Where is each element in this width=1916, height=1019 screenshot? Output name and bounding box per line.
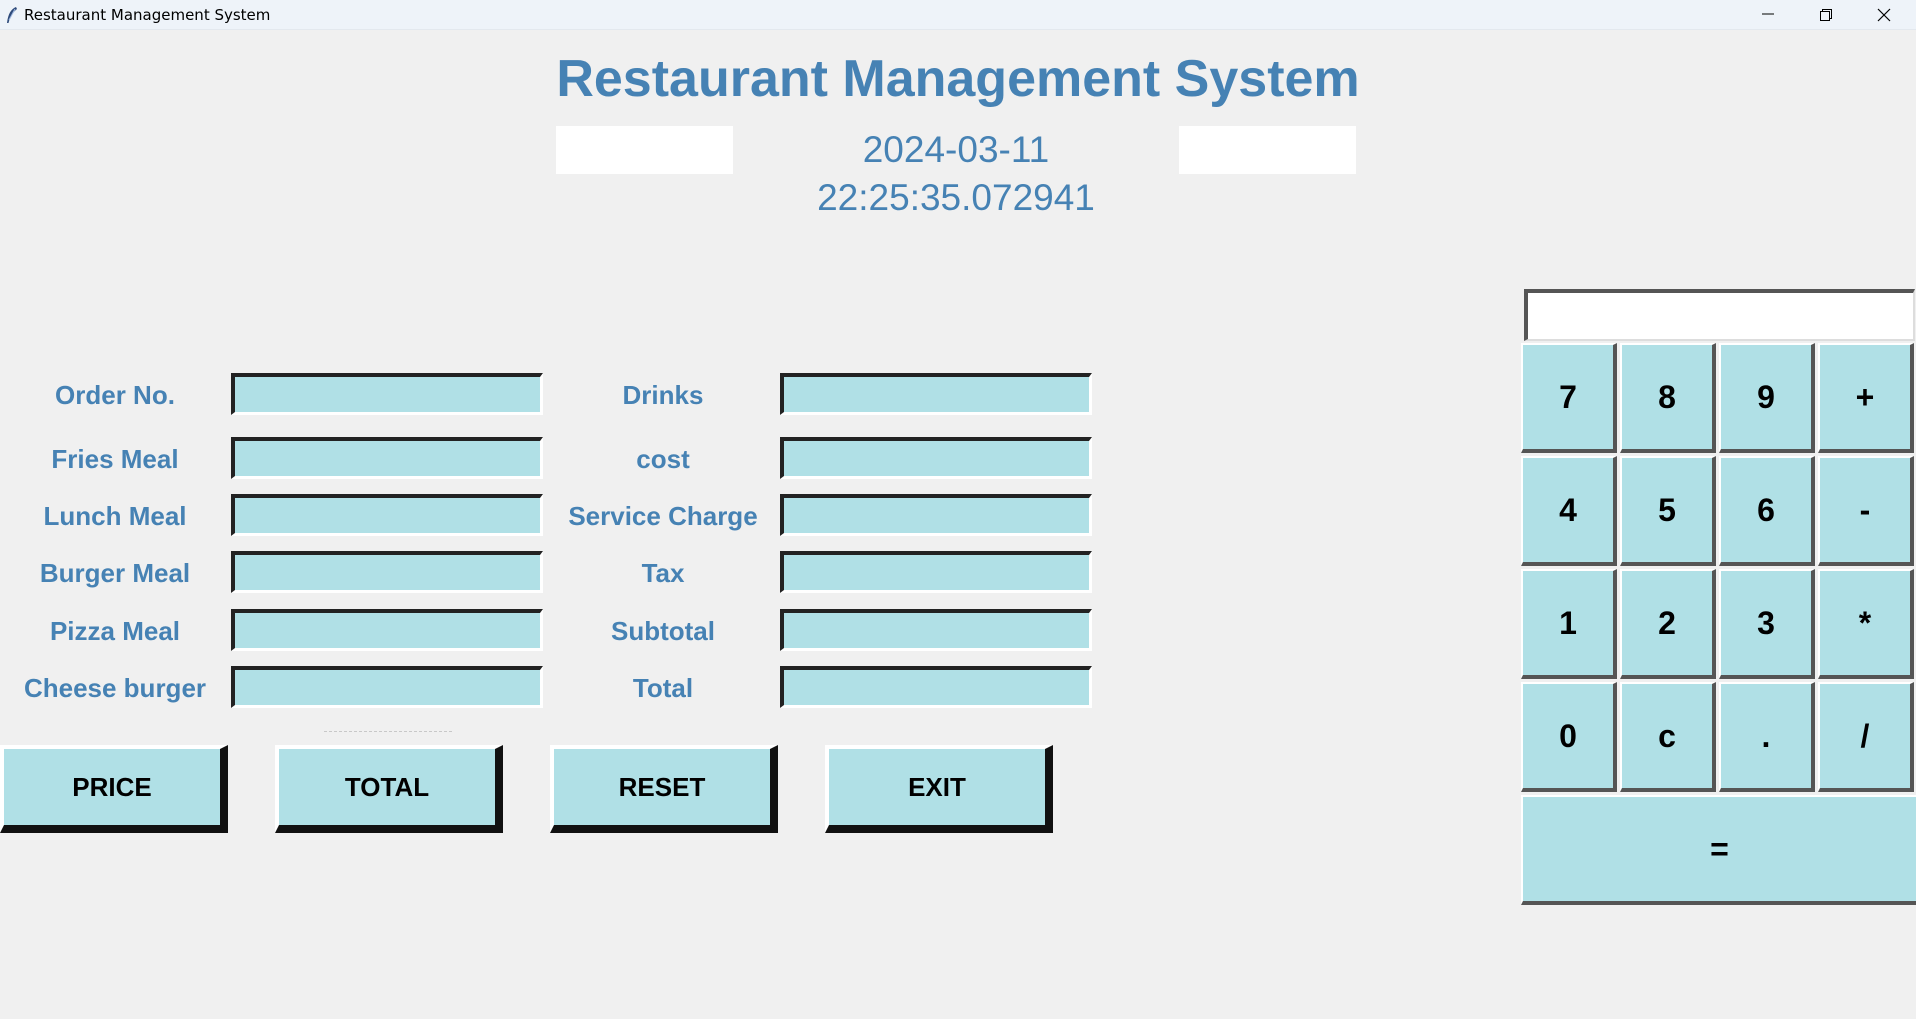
calc-key-7[interactable]: 7 bbox=[1521, 343, 1617, 453]
calc-key-3[interactable]: 3 bbox=[1719, 569, 1815, 679]
calc-key-clear[interactable]: c bbox=[1620, 682, 1716, 792]
calculator-display[interactable] bbox=[1524, 289, 1915, 341]
calc-key-4[interactable]: 4 bbox=[1521, 456, 1617, 566]
label-burger-meal: Burger Meal bbox=[39, 558, 191, 588]
burger-meal-field[interactable] bbox=[231, 551, 543, 593]
pizza-meal-field[interactable] bbox=[231, 609, 543, 651]
lunch-meal-field[interactable] bbox=[231, 494, 543, 536]
calc-key-9[interactable]: 9 bbox=[1719, 343, 1815, 453]
label-fries-meal: Fries Meal bbox=[51, 444, 179, 474]
label-tax: Tax bbox=[641, 558, 685, 588]
window-title: Restaurant Management System bbox=[24, 6, 271, 24]
close-icon bbox=[1877, 8, 1891, 22]
label-pizza-meal: Pizza Meal bbox=[49, 616, 181, 646]
datetime-label: 2024-03-11 22:25:35.072941 bbox=[733, 126, 1179, 218]
restore-icon bbox=[1820, 9, 1832, 21]
minimize-button[interactable] bbox=[1739, 0, 1797, 29]
exit-button[interactable]: EXIT bbox=[825, 745, 1053, 833]
total-button[interactable]: TOTAL bbox=[275, 745, 503, 833]
order-no-field[interactable] bbox=[231, 373, 543, 415]
calc-key-multiply[interactable]: * bbox=[1818, 569, 1914, 679]
label-lunch-meal: Lunch Meal bbox=[43, 501, 187, 531]
label-subtotal: Subtotal bbox=[611, 616, 715, 646]
calc-key-plus[interactable]: + bbox=[1818, 343, 1914, 453]
calc-key-0[interactable]: 0 bbox=[1521, 682, 1617, 792]
drinks-field[interactable] bbox=[780, 373, 1092, 415]
focus-divider bbox=[324, 731, 452, 732]
subtotal-field[interactable] bbox=[780, 609, 1092, 651]
service-charge-field[interactable] bbox=[780, 494, 1092, 536]
calc-key-6[interactable]: 6 bbox=[1719, 456, 1815, 566]
calc-key-equals[interactable]: = bbox=[1521, 795, 1916, 905]
label-total: Total bbox=[632, 673, 694, 703]
price-button[interactable]: PRICE bbox=[0, 745, 228, 833]
feather-icon bbox=[7, 7, 17, 23]
cheese-burger-field[interactable] bbox=[231, 666, 543, 708]
tax-field[interactable] bbox=[780, 551, 1092, 593]
calc-key-divide[interactable]: / bbox=[1818, 682, 1914, 792]
label-cheese-burger: Cheese burger bbox=[23, 673, 207, 703]
window-title-bar: Restaurant Management System bbox=[0, 0, 1916, 30]
label-order-no: Order No. bbox=[55, 380, 175, 410]
calc-key-1[interactable]: 1 bbox=[1521, 569, 1617, 679]
reset-button[interactable]: RESET bbox=[550, 745, 778, 833]
minimize-icon bbox=[1762, 13, 1774, 15]
label-drinks: Drinks bbox=[622, 380, 704, 410]
calc-key-8[interactable]: 8 bbox=[1620, 343, 1716, 453]
calc-key-decimal[interactable]: . bbox=[1719, 682, 1815, 792]
calc-key-minus[interactable]: - bbox=[1818, 456, 1914, 566]
close-button[interactable] bbox=[1855, 0, 1913, 29]
label-service-charge: Service Charge bbox=[568, 501, 758, 531]
label-cost: cost bbox=[636, 444, 690, 474]
total-field[interactable] bbox=[780, 666, 1092, 708]
page-title: Restaurant Management System bbox=[556, 50, 1360, 108]
calc-key-2[interactable]: 2 bbox=[1620, 569, 1716, 679]
calc-key-5[interactable]: 5 bbox=[1620, 456, 1716, 566]
fries-meal-field[interactable] bbox=[231, 437, 543, 479]
cost-field[interactable] bbox=[780, 437, 1092, 479]
restore-button[interactable] bbox=[1797, 0, 1855, 29]
